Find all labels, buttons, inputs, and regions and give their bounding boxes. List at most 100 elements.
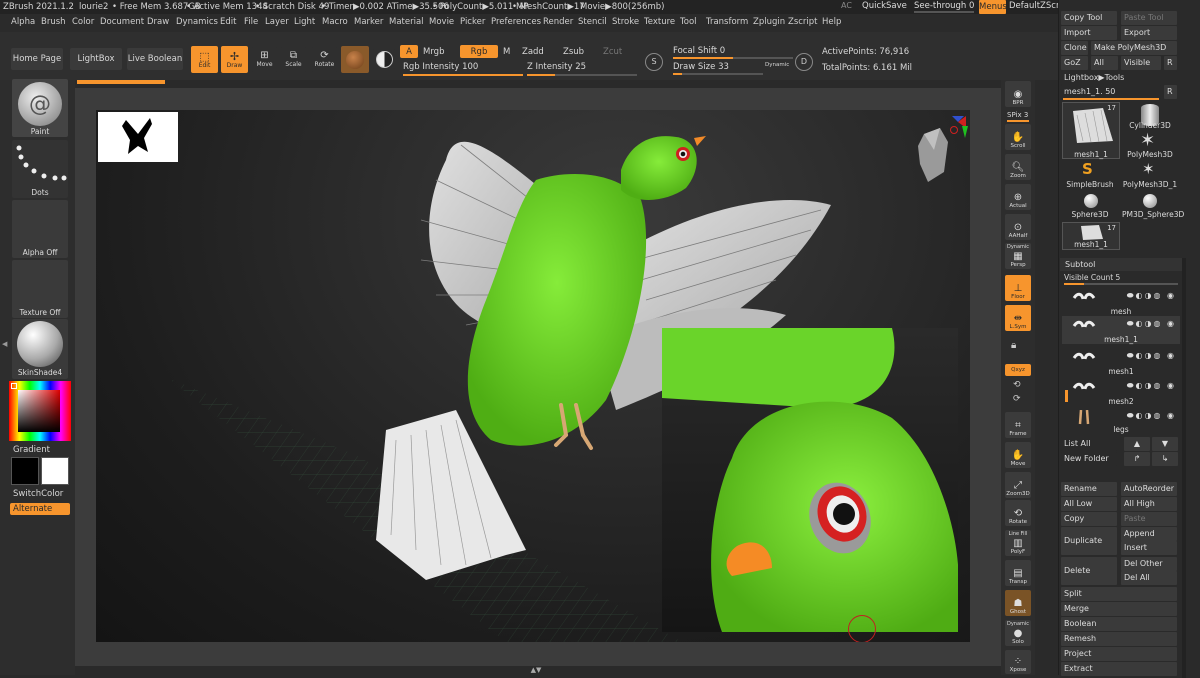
subtool-header[interactable]: Subtool [1060, 258, 1182, 271]
paste-tool-button[interactable]: Paste Tool [1121, 11, 1177, 25]
rgb-toggle[interactable]: Rgb [460, 45, 498, 58]
rotate-button[interactable]: ⟳ Rotate [312, 46, 337, 73]
duplicate-button[interactable]: Duplicate [1061, 527, 1117, 555]
menu-dynamics[interactable]: Dynamics [176, 17, 218, 27]
menu-material[interactable]: Material [389, 17, 424, 27]
visible-button[interactable]: Visible [1121, 56, 1161, 70]
z-intensity-slider[interactable]: Z Intensity 25 [527, 62, 586, 72]
persp-button[interactable]: Dynamic ▦ Persp [1005, 243, 1031, 269]
delete-button[interactable]: Delete [1061, 557, 1117, 585]
subtool-scrollbar[interactable] [1182, 258, 1186, 678]
zoom-button[interactable]: 🔍︎ Zoom [1005, 154, 1031, 180]
paste-subtool-button[interactable]: Paste [1121, 512, 1177, 526]
tool-thumb-sphere3d[interactable]: Sphere3D [1062, 193, 1120, 221]
solo-button[interactable]: Dynamic ● Solo [1005, 620, 1031, 646]
alpha-selector[interactable]: Alpha Off [12, 200, 68, 258]
frame-button[interactable]: ⌗ Frame [1005, 412, 1031, 438]
menu-file[interactable]: File [244, 17, 258, 27]
del-other-button[interactable]: Del Other [1121, 557, 1177, 571]
rotate-view-button[interactable]: ⟲ Rotate [1005, 500, 1031, 526]
append-button[interactable]: Append [1121, 527, 1177, 541]
menu-movie[interactable]: Movie [429, 17, 454, 27]
all-button[interactable]: All [1091, 56, 1118, 70]
menu-stroke[interactable]: Stroke [612, 17, 639, 27]
floor-button[interactable]: ⊥ Floor [1005, 275, 1031, 301]
rgb-intensity-slider[interactable]: Rgb Intensity 100 [403, 62, 478, 72]
menu-transform[interactable]: Transform [706, 17, 748, 27]
color-picker[interactable] [9, 381, 71, 441]
move-down-button[interactable]: ▼ [1152, 437, 1178, 451]
tool-thumb-pm3d-sphere3d[interactable]: PM3D_Sphere3D [1122, 193, 1184, 221]
rgb-intensity-track[interactable] [403, 74, 523, 76]
quicksave-button[interactable]: QuickSave [862, 1, 907, 11]
silhouette-thumbnail[interactable] [98, 112, 178, 162]
scroll-button[interactable]: ✋ Scroll [1005, 124, 1031, 150]
copy-tool-button[interactable]: Copy Tool [1061, 11, 1117, 25]
clone-button[interactable]: Clone [1061, 41, 1088, 55]
draw-button[interactable]: ✢ Draw [221, 46, 248, 73]
material-sphere-button[interactable] [341, 46, 369, 73]
xpose-button[interactable]: ⁘ Xpose [1005, 650, 1031, 674]
tool-thumb-mesh1-1[interactable]: 17 mesh1_1 [1062, 102, 1120, 159]
document-canvas[interactable] [96, 110, 970, 642]
remesh-menu[interactable]: Remesh [1061, 632, 1177, 646]
goz-button[interactable]: GoZ [1061, 56, 1088, 70]
subtool-visibility-icon[interactable]: ⬬◐◑◍ ◉ [1127, 351, 1176, 361]
actual-button[interactable]: ⊕ Actual [1005, 184, 1031, 210]
lightbox-tools-button[interactable]: Lightbox▶Tools [1061, 71, 1177, 85]
subtool-row[interactable]: ⬬◐◑◍ ◉ mesh1 [1062, 348, 1180, 376]
subtool-row[interactable]: ⬬◐◑◍ ◉ mesh1_1 [1062, 316, 1180, 344]
tool-thumb-mesh1-1-second[interactable]: 17 mesh1_1 [1062, 222, 1120, 250]
project-menu[interactable]: Project [1061, 647, 1177, 661]
menu-edit[interactable]: Edit [220, 17, 236, 27]
aahalf-button[interactable]: ⊙ AAHalf [1005, 214, 1031, 240]
bpr-button[interactable]: ◉ BPR [1005, 81, 1031, 107]
tool-thumb-cylinder3d[interactable]: Cylinder3D ✶ PolyMesh3D [1122, 102, 1178, 159]
move-view-button[interactable]: ✋ Move [1005, 442, 1031, 468]
zoom3d-button[interactable]: ⤢ Zoom3D [1005, 472, 1031, 498]
move-button[interactable]: ⊞ Move [252, 46, 277, 73]
ghost-button[interactable]: ☗ Ghost [1005, 590, 1031, 616]
split-menu[interactable]: Split [1061, 587, 1177, 601]
menu-light[interactable]: Light [294, 17, 315, 27]
m-toggle[interactable]: M [503, 47, 510, 57]
subtool-visibility-icon[interactable]: ⬬◐◑◍ ◉ [1127, 411, 1176, 421]
menu-zscript[interactable]: Zscript [788, 17, 818, 27]
subtool-row[interactable]: ⬬◐◑◍ ◉ mesh2 [1062, 378, 1180, 406]
transp-button[interactable]: ▤ Transp [1005, 560, 1031, 586]
new-folder-button[interactable]: New Folder [1061, 452, 1117, 466]
all-low-button[interactable]: All Low [1061, 497, 1117, 511]
subtool-row[interactable]: ⬬◐◑◍ ◉ legs [1062, 408, 1180, 436]
menu-macro[interactable]: Macro [322, 17, 348, 27]
a-toggle[interactable]: A [400, 45, 418, 58]
menu-document[interactable]: Document [100, 17, 144, 27]
menu-render[interactable]: Render [543, 17, 573, 27]
all-high-button[interactable]: All High [1121, 497, 1177, 511]
insert-button[interactable]: Insert [1121, 541, 1177, 555]
color-brush-button[interactable] [373, 48, 395, 70]
draw-size-track[interactable] [673, 73, 763, 75]
rotate-z-icon[interactable]: ⟳ [1013, 394, 1021, 404]
menus-button[interactable]: Menus [979, 0, 1007, 14]
texture-selector[interactable]: Texture Off [12, 260, 68, 318]
menu-zplugin[interactable]: Zplugin [753, 17, 785, 27]
subtool-visibility-icon[interactable]: ⬬◐◑◍ ◉ [1127, 291, 1176, 301]
scale-button[interactable]: ⧉ Scale [281, 46, 306, 73]
menu-preferences[interactable]: Preferences [491, 17, 541, 27]
see-through-slider[interactable]: See-through 0 [914, 1, 974, 11]
extract-menu[interactable]: Extract [1061, 662, 1177, 676]
zsub-toggle[interactable]: Zsub [563, 47, 584, 57]
arrow-up-right-button[interactable]: ↱ [1124, 452, 1150, 466]
secondary-color-swatch[interactable] [41, 457, 69, 485]
copy-subtool-button[interactable]: Copy [1061, 512, 1117, 526]
make-polymesh-button[interactable]: Make PolyMesh3D [1091, 41, 1177, 55]
focal-shift-track[interactable] [673, 57, 793, 59]
menu-marker[interactable]: Marker [354, 17, 383, 27]
autoreorder-button[interactable]: AutoReorder [1121, 482, 1177, 496]
edit-button[interactable]: ⬚ Edit [191, 46, 218, 73]
zadd-toggle[interactable]: Zadd [522, 47, 544, 57]
rename-button[interactable]: Rename [1061, 482, 1117, 496]
lock-icon[interactable]: 🔒︎ [1011, 340, 1016, 351]
z-intensity-track[interactable] [527, 74, 637, 76]
left-tray-arrow-icon[interactable]: ◀ [2, 340, 7, 348]
